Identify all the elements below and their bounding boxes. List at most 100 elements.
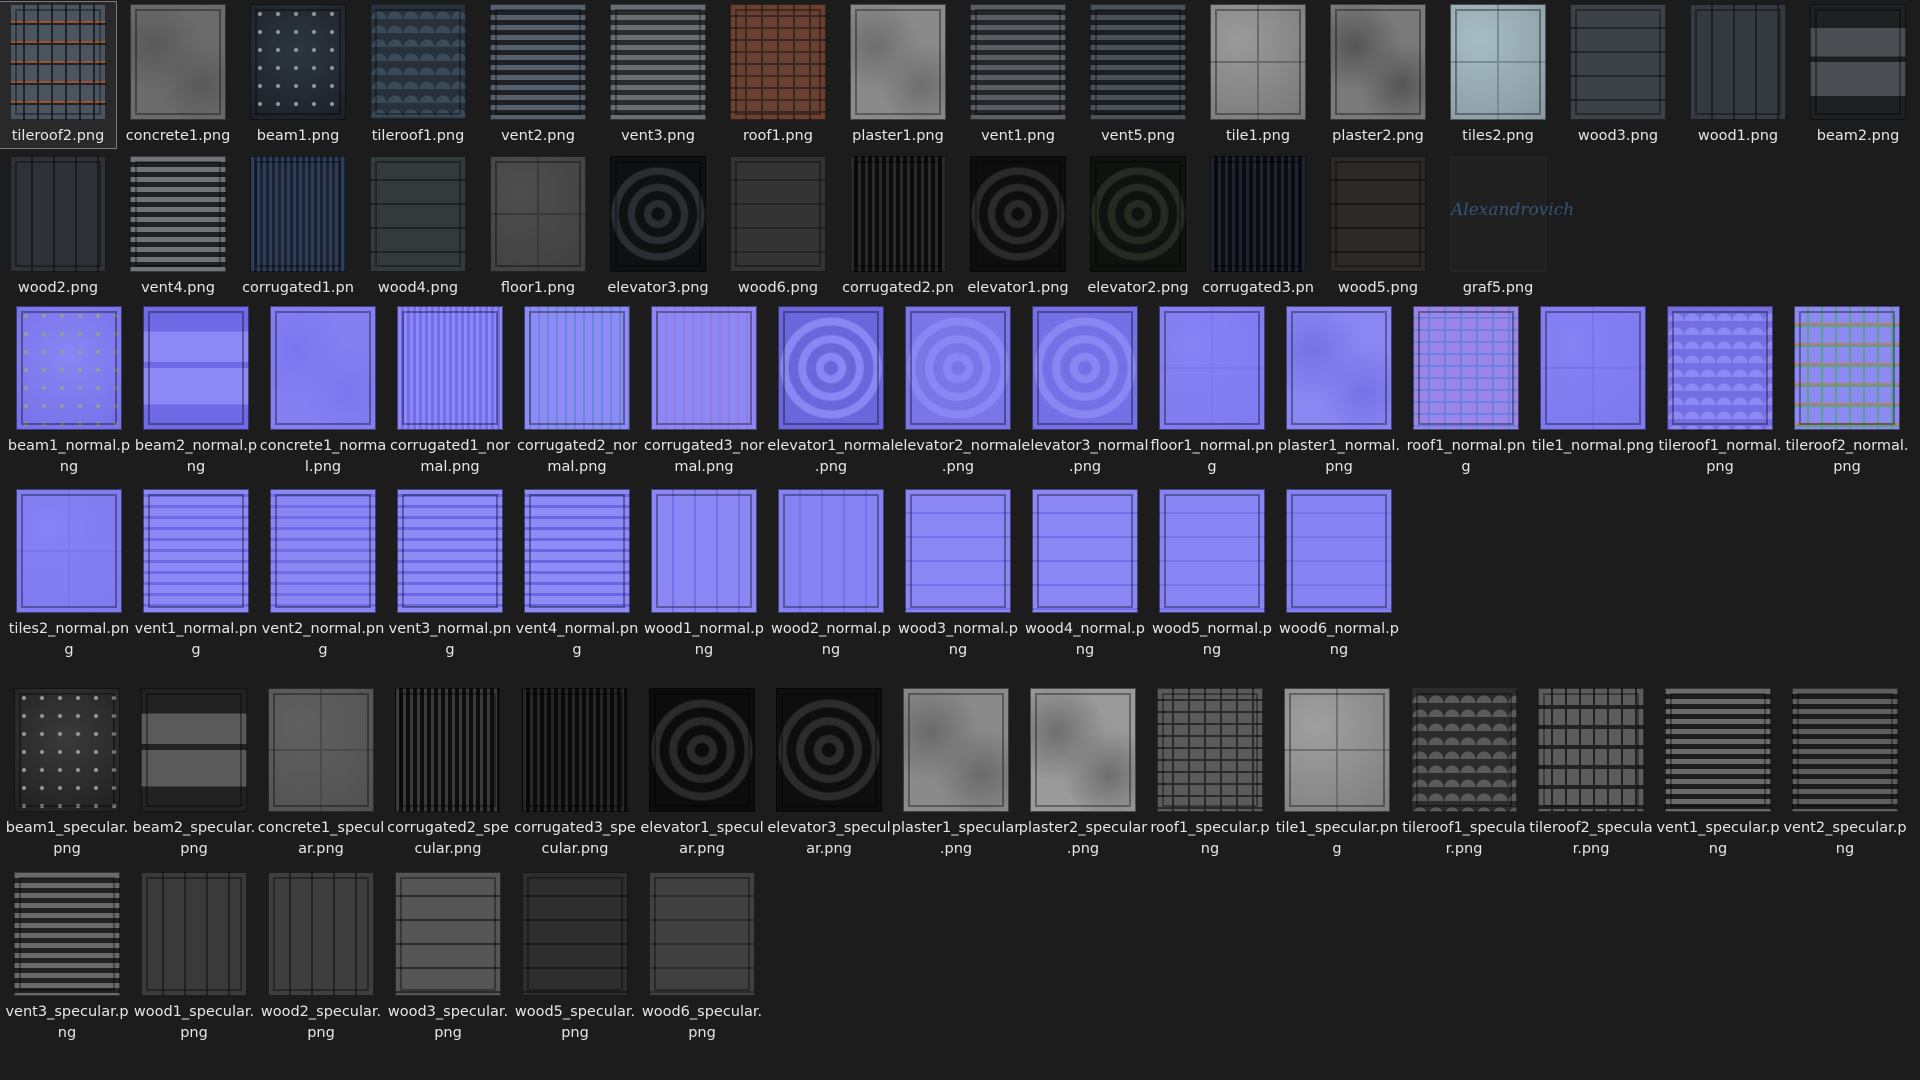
thumbnail-image [1570, 4, 1666, 120]
file-item-corrugated2-specular[interactable]: corrugated2_spe cular.png [387, 686, 510, 860]
file-name-label: wood3_specular. png [381, 1002, 516, 1044]
file-item-elevator1-normal[interactable]: elevator1_normal .png [767, 304, 895, 478]
file-item-wood6[interactable]: wood6.png [720, 154, 836, 300]
file-name-label: concrete1.png [114, 126, 242, 147]
file-item-vent2-normal[interactable]: vent2_normal.pn g [262, 487, 385, 661]
file-item-elevator1[interactable]: elevator1.png [960, 154, 1076, 300]
file-name-line: tile1_specular.pn [1275, 820, 1399, 836]
file-item-vent3[interactable]: vent3.png [600, 2, 716, 148]
file-name-line: ng [821, 642, 841, 658]
file-explorer-view: tileroof2.png concrete1.png beam1.png tiler… [0, 0, 1920, 1080]
file-item-wood2-normal[interactable]: wood2_normal.p ng [770, 487, 893, 661]
file-name-label: vent4_normal.pn g [510, 619, 645, 661]
file-item-roof1-specular[interactable]: roof1_specular.p ng [1149, 686, 1272, 860]
file-item-vent1-normal[interactable]: vent1_normal.pn g [135, 487, 258, 661]
thumbnail-image [1030, 688, 1136, 812]
file-item-vent3-specular[interactable]: vent3_specular.p ng [5, 870, 129, 1044]
file-item-wood4[interactable]: wood4.png [360, 154, 476, 300]
file-item-tileroof2-normal[interactable]: tileroof2_normal. png [1785, 304, 1909, 478]
file-item-plaster1-specular[interactable]: plaster1_specular .png [892, 686, 1020, 860]
file-name-line: wood6_normal.p [1279, 621, 1399, 637]
file-item-concrete1-normal[interactable]: concrete1_norma l.png [260, 304, 386, 478]
file-name-label: vent4.png [114, 278, 242, 299]
thumbnail-image [268, 872, 374, 996]
file-item-vent5[interactable]: vent5.png [1080, 2, 1196, 148]
file-name-label: vent2_normal.pn g [256, 619, 391, 661]
file-item-corrugated1-normal[interactable]: corrugated1_nor mal.png [389, 304, 512, 478]
file-item-elevator2[interactable]: elevator2.png [1080, 154, 1196, 300]
thumbnail-image [905, 306, 1011, 430]
file-name-line: beam1_specular. [5, 820, 129, 836]
file-item-wood1-normal[interactable]: wood1_normal.p ng [643, 487, 766, 661]
file-item-tile1-specular[interactable]: tile1_specular.pn g [1276, 686, 1399, 860]
file-item-wood3-normal[interactable]: wood3_normal.p ng [897, 487, 1020, 661]
thumbnail-image [14, 872, 120, 996]
file-name-line: .png [1068, 459, 1102, 475]
file-item-vent4[interactable]: vent4.png [120, 154, 236, 300]
file-item-beam1-normal[interactable]: beam1_normal.p ng [8, 304, 131, 478]
file-item-corrugated3-normal[interactable]: corrugated3_nor mal.png [643, 304, 766, 478]
file-item-plaster1-normal[interactable]: plaster1_normal. png [1278, 304, 1401, 478]
file-item-roof1[interactable]: roof1.png [720, 2, 836, 148]
file-item-tile1[interactable]: tile1.png [1200, 2, 1316, 148]
file-item-vent4-normal[interactable]: vent4_normal.pn g [516, 487, 639, 661]
file-item-plaster2-specular[interactable]: plaster2_specular .png [1019, 686, 1147, 860]
file-item-corrugated3-specular[interactable]: corrugated3_spe cular.png [514, 686, 637, 860]
file-item-plaster1[interactable]: plaster1.png [840, 2, 956, 148]
file-item-tileroof1-specular[interactable]: tileroof1_specula r.png [1402, 686, 1526, 860]
file-item-vent2-specular[interactable]: vent2_specular.p ng [1783, 686, 1907, 860]
file-item-tileroof1[interactable]: tileroof1.png [360, 2, 476, 148]
file-item-beam1-specular[interactable]: beam1_specular. png [6, 686, 129, 860]
file-item-corrugated2[interactable]: corrugated2.pn [840, 154, 956, 300]
thumbnail-image [730, 156, 826, 272]
file-item-wood6-normal[interactable]: wood6_normal.p ng [1278, 487, 1401, 661]
file-name-label: floor1.png [474, 278, 602, 299]
file-item-wood6-specular[interactable]: wood6_specular. png [641, 870, 764, 1044]
file-item-wood3-specular[interactable]: wood3_specular. png [387, 870, 510, 1044]
file-item-elevator3-specular[interactable]: elevator3_specul ar.png [767, 686, 891, 860]
file-item-wood5-normal[interactable]: wood5_normal.p ng [1151, 487, 1274, 661]
file-item-vent3-normal[interactable]: vent3_normal.pn g [389, 487, 512, 661]
file-item-wood1[interactable]: wood1.png [1680, 2, 1796, 148]
file-item-floor1[interactable]: floor1.png [480, 154, 596, 300]
thumbnail-image [250, 4, 346, 120]
file-item-tiles2[interactable]: tiles2.png [1440, 2, 1556, 148]
file-item-wood2-specular[interactable]: wood2_specular. png [260, 870, 383, 1044]
file-item-corrugated2-normal[interactable]: corrugated2_nor mal.png [516, 304, 639, 478]
file-name-line: vent3_normal.pn [388, 621, 512, 637]
thumbnail-image [370, 156, 466, 272]
file-item-elevator2-normal[interactable]: elevator2_normal .png [894, 304, 1022, 478]
file-item-vent2[interactable]: vent2.png [480, 2, 596, 148]
thumbnail-image [522, 688, 628, 812]
file-item-tile1-normal[interactable]: tile1_normal.png [1532, 304, 1655, 458]
file-item-wood1-specular[interactable]: wood1_specular. png [133, 870, 256, 1044]
file-item-wood5[interactable]: wood5.png [1320, 154, 1436, 300]
file-item-beam2-specular[interactable]: beam2_specular. png [133, 686, 256, 860]
file-item-corrugated3[interactable]: corrugated3.pn [1200, 154, 1316, 300]
file-item-corrugated1[interactable]: corrugated1.pn [240, 154, 356, 300]
file-item-plaster2[interactable]: plaster2.png [1320, 2, 1436, 148]
file-item-tileroof2-specular[interactable]: tileroof2_specula r.png [1529, 686, 1653, 860]
file-item-elevator1-specular[interactable]: elevator1_specul ar.png [640, 686, 764, 860]
file-item-concrete1-specular[interactable]: concrete1_specul ar.png [258, 686, 384, 860]
file-name-line: g [64, 642, 74, 658]
file-name-line: plaster1_specular [891, 820, 1021, 836]
file-item-tiles2-normal[interactable]: tiles2_normal.pn g [8, 487, 131, 661]
file-item-tileroof2[interactable]: tileroof2.png [0, 1, 117, 149]
file-item-roof1-normal[interactable]: roof1_normal.pn g [1405, 304, 1528, 478]
file-item-graf5[interactable]: Alexandrovich graf5.png [1440, 154, 1574, 300]
file-item-beam2[interactable]: beam2.png [1800, 2, 1916, 148]
file-item-concrete1[interactable]: concrete1.png [120, 2, 236, 148]
file-item-wood3[interactable]: wood3.png [1560, 2, 1676, 148]
file-item-tileroof1-normal[interactable]: tileroof1_normal. png [1658, 304, 1782, 478]
file-item-wood2[interactable]: wood2.png [0, 154, 116, 300]
file-item-beam2-normal[interactable]: beam2_normal.p ng [135, 304, 258, 478]
file-item-beam1[interactable]: beam1.png [240, 2, 356, 148]
file-item-vent1[interactable]: vent1.png [960, 2, 1076, 148]
file-item-elevator3-normal[interactable]: elevator3_normal .png [1021, 304, 1149, 478]
file-item-wood5-specular[interactable]: wood5_specular. png [514, 870, 637, 1044]
file-item-wood4-normal[interactable]: wood4_normal.p ng [1024, 487, 1147, 661]
file-item-elevator3[interactable]: elevator3.png [600, 154, 716, 300]
file-item-floor1-normal[interactable]: floor1_normal.pn g [1150, 304, 1274, 478]
file-item-vent1-specular[interactable]: vent1_specular.p ng [1656, 686, 1780, 860]
